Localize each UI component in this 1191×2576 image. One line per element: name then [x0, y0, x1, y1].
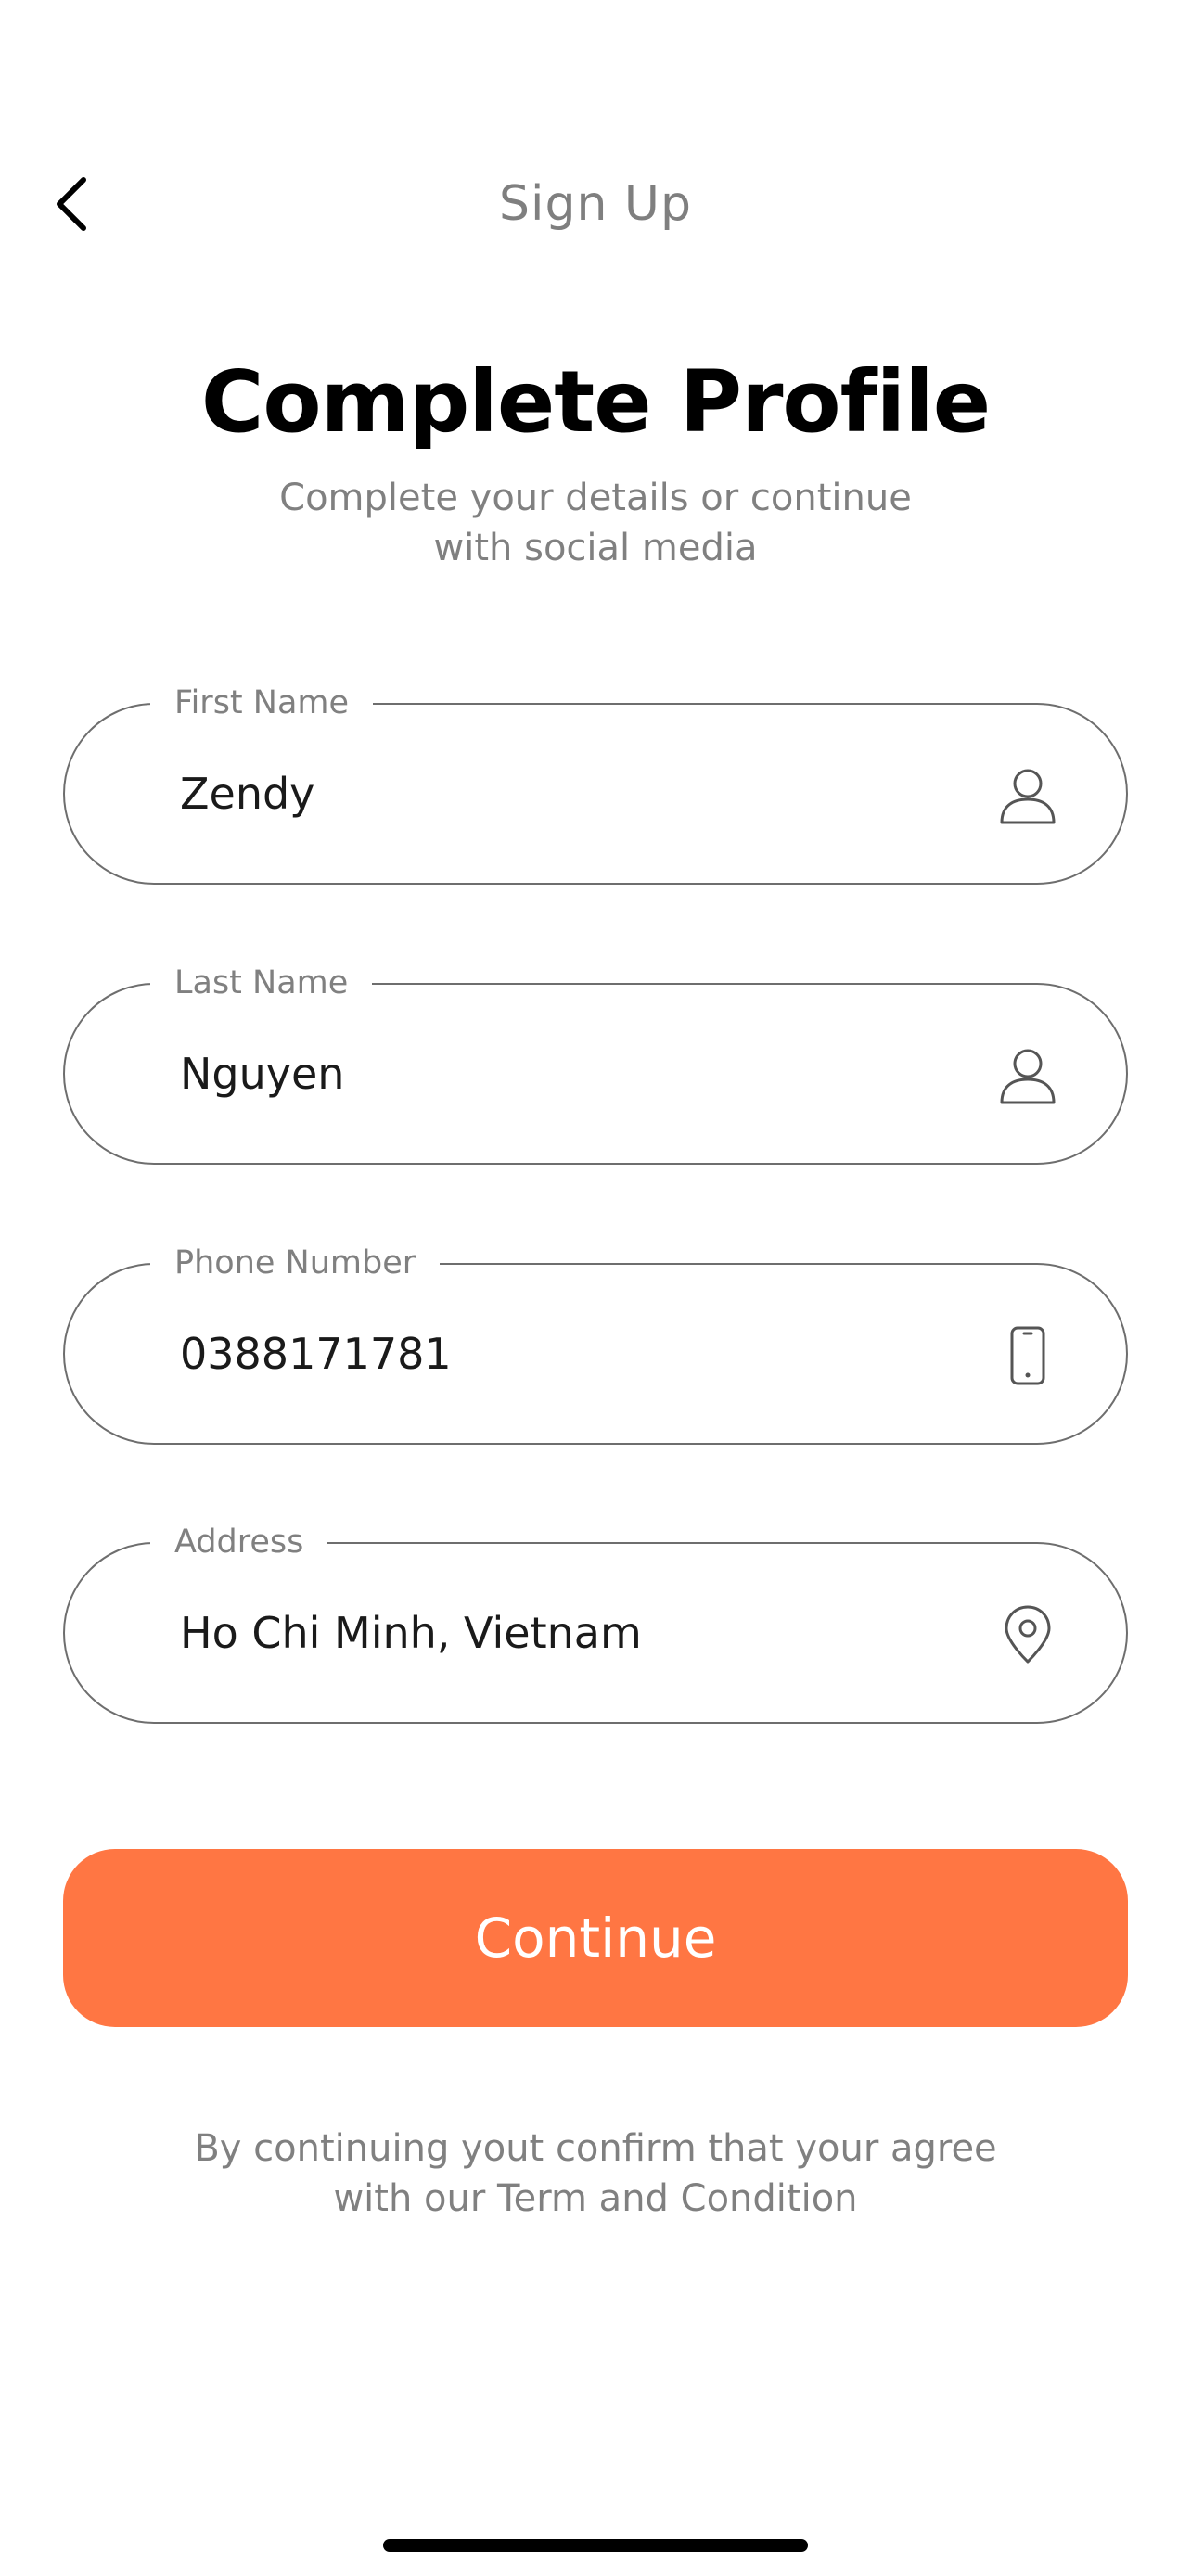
last-name-input[interactable]: [180, 1031, 941, 1116]
address-input[interactable]: [180, 1590, 941, 1676]
page-subtitle: Complete your details or continue with s…: [279, 477, 912, 569]
address-field: Address: [63, 1524, 1128, 1724]
first-name-label: First Name: [150, 684, 374, 721]
phone-number-field: Phone Number: [63, 1244, 1128, 1445]
first-name-input[interactable]: [180, 751, 941, 836]
phone-icon: [994, 1322, 1061, 1389]
user-icon: [994, 762, 1061, 829]
last-name-field: Last Name: [63, 964, 1128, 1165]
terms-text: By continuing yout confirm that your agr…: [194, 2127, 997, 2220]
user-icon: [994, 1042, 1061, 1109]
phone-number-input[interactable]: [180, 1311, 941, 1396]
location-pin-icon: [994, 1601, 1061, 1668]
complete-profile-screen: Sign Up Complete Profile Complete your d…: [0, 0, 1191, 2576]
continue-button[interactable]: Continue: [63, 1849, 1128, 2027]
last-name-label: Last Name: [150, 964, 373, 1001]
address-label: Address: [150, 1524, 328, 1561]
home-indicator: [383, 2539, 808, 2552]
page-title: Complete Profile: [200, 352, 991, 452]
phone-number-label: Phone Number: [150, 1244, 441, 1282]
header-title: Sign Up: [498, 176, 693, 232]
first-name-field: First Name: [63, 684, 1128, 885]
